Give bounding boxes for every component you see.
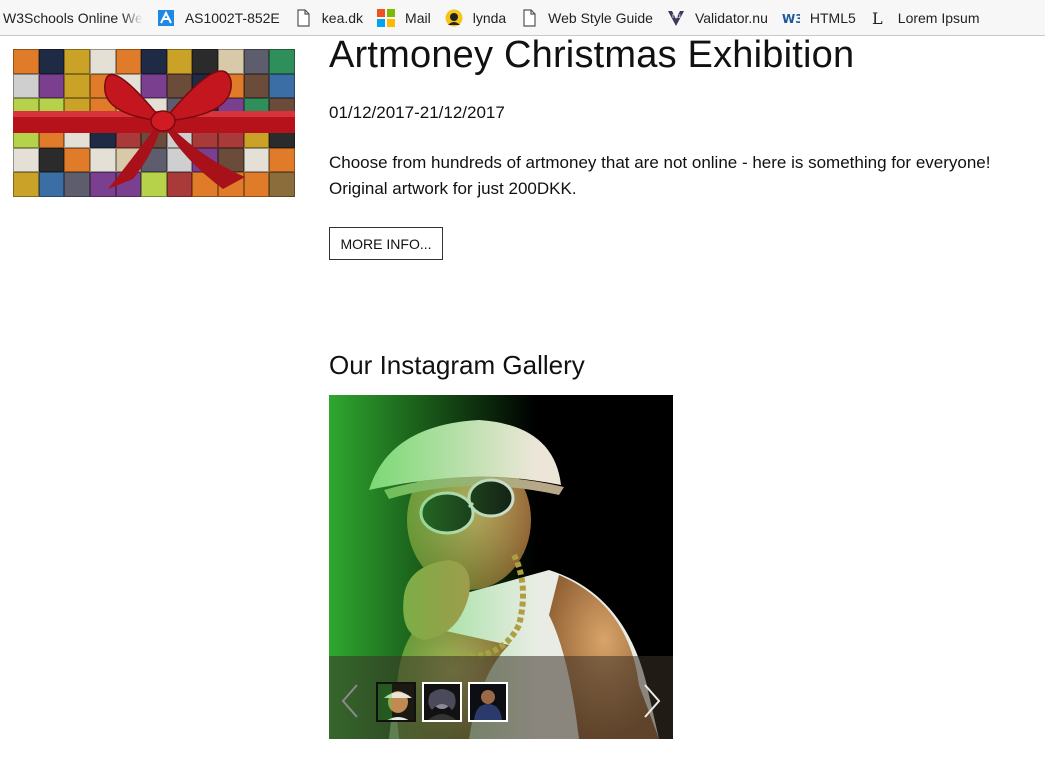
- thumbnail-1[interactable]: [376, 682, 416, 722]
- thumbnail-3[interactable]: [468, 682, 508, 722]
- chevron-left-icon: [341, 684, 358, 718]
- router-icon: [157, 9, 175, 27]
- page-icon: [294, 8, 312, 27]
- bookmark-label: Web Style Guide: [548, 9, 653, 26]
- validator-icon: nu: [667, 9, 685, 27]
- bookmark-as1002t[interactable]: AS1002T-852E: [151, 4, 288, 32]
- bookmark-label: AS1002T-852E: [184, 9, 280, 26]
- description-line: Choose from hundreds of artmoney that ar…: [329, 153, 991, 172]
- page-icon: [520, 8, 538, 27]
- bookmark-label: kea.dk: [321, 9, 364, 26]
- bookmark-label: Validator.nu: [694, 9, 768, 26]
- bookmark-label: lynda: [472, 9, 507, 26]
- lynda-icon: [445, 9, 463, 27]
- bookmark-html5[interactable]: W3 HTML5: [776, 4, 864, 32]
- bookmark-label: Mail: [405, 9, 431, 26]
- next-slide-button[interactable]: [637, 681, 667, 721]
- w3c-icon: W3: [782, 9, 804, 27]
- bookmark-label: HTML5: [809, 9, 856, 26]
- lorem-icon: L: [870, 9, 888, 28]
- bookmark-kea[interactable]: kea.dk: [288, 4, 371, 32]
- exhibition-description: Choose from hundreds of artmoney that ar…: [329, 150, 1039, 202]
- bookmark-lorem-ipsum[interactable]: L Lorem Ipsum: [864, 4, 988, 32]
- gallery-title: Our Instagram Gallery: [329, 350, 585, 380]
- prev-slide-button[interactable]: [335, 681, 365, 721]
- more-info-button[interactable]: MORE INFO...: [329, 227, 443, 260]
- bookmark-label: W3Schools Online We: [3, 9, 143, 26]
- bookmark-validator[interactable]: nu Validator.nu: [661, 4, 776, 32]
- description-line: Original artwork for just 200DKK.: [329, 179, 577, 198]
- svg-text:W3: W3: [782, 12, 800, 26]
- exhibition-banner-image: [13, 49, 295, 197]
- exhibition-dates: 01/12/2017-21/12/2017: [329, 103, 505, 122]
- thumbnail-list: [376, 682, 508, 722]
- bookmark-web-style-guide[interactable]: Web Style Guide: [514, 4, 661, 32]
- thumbnail-2[interactable]: [422, 682, 462, 722]
- red-ribbon-bow: [13, 70, 295, 189]
- bookmarks-bar: W3Schools Online We AS1002T-852E kea.dk …: [0, 0, 1045, 36]
- svg-text:nu: nu: [672, 12, 681, 20]
- microsoft-icon: [377, 8, 396, 27]
- bookmark-mail[interactable]: Mail: [371, 4, 439, 32]
- chevron-right-icon: [644, 684, 661, 718]
- bookmark-w3schools[interactable]: W3Schools Online We: [0, 4, 151, 32]
- bookmark-label: Lorem Ipsum: [897, 9, 980, 26]
- bookmark-lynda[interactable]: lynda: [439, 4, 514, 32]
- svg-text:L: L: [872, 9, 883, 27]
- exhibition-title: Artmoney Christmas Exhibition: [329, 34, 855, 76]
- instagram-gallery-slider[interactable]: [329, 395, 673, 739]
